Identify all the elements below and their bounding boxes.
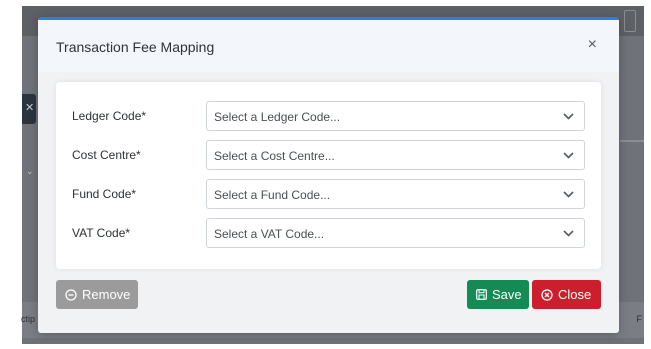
close-button-label: Close — [558, 287, 592, 302]
ledger-code-row: Ledger Code* Select a Ledger Code... — [56, 101, 601, 131]
cost-centre-row: Cost Centre* Select a Cost Centre... — [56, 140, 601, 170]
cost-centre-label: Cost Centre* — [72, 148, 141, 162]
background-topbar-box — [624, 10, 636, 32]
fund-code-label: Fund Code* — [72, 187, 137, 201]
fund-code-select[interactable]: Select a Fund Code... — [206, 179, 585, 209]
minus-circle-icon — [65, 288, 77, 301]
x-circle-icon — [541, 288, 553, 301]
close-button[interactable]: Close — [532, 280, 601, 309]
background-left-button: ✕ — [22, 94, 36, 124]
close-icon[interactable]: × — [588, 36, 597, 54]
form-card: Ledger Code* Select a Ledger Code... Cos… — [56, 82, 601, 269]
ledger-code-label: Ledger Code* — [72, 109, 147, 123]
vat-code-select[interactable]: Select a VAT Code... — [206, 218, 585, 248]
floppy-disk-icon — [476, 289, 487, 300]
chevron-down-icon — [563, 152, 574, 159]
remove-button-label: Remove — [82, 287, 131, 302]
background-divider — [620, 140, 644, 142]
fund-code-row: Fund Code* Select a Fund Code... — [56, 179, 601, 209]
remove-button[interactable]: Remove — [56, 280, 138, 309]
ledger-code-select[interactable]: Select a Ledger Code... — [206, 101, 585, 131]
background-text-left: ctip — [21, 314, 36, 324]
chevron-down-icon — [563, 230, 574, 237]
vat-code-row: VAT Code* Select a VAT Code... — [56, 218, 601, 248]
background-close-icon: ✕ — [25, 102, 35, 114]
save-button[interactable]: Save — [467, 280, 529, 309]
cost-centre-placeholder: Select a Cost Centre... — [214, 149, 335, 163]
background-chevron-down-icon: ⌄ — [26, 166, 34, 176]
modal-title: Transaction Fee Mapping — [56, 39, 215, 55]
background-text-right: F — [636, 314, 643, 324]
modal-header: Transaction Fee Mapping × — [38, 20, 619, 72]
chevron-down-icon — [563, 191, 574, 198]
chevron-down-icon — [563, 113, 574, 120]
transaction-fee-mapping-modal: Transaction Fee Mapping × Ledger Code* S… — [38, 17, 619, 333]
fund-code-placeholder: Select a Fund Code... — [214, 188, 331, 202]
save-button-label: Save — [492, 287, 522, 302]
cost-centre-select[interactable]: Select a Cost Centre... — [206, 140, 585, 170]
vat-code-label: VAT Code* — [72, 226, 131, 240]
vat-code-placeholder: Select a VAT Code... — [214, 227, 325, 241]
ledger-code-placeholder: Select a Ledger Code... — [214, 110, 341, 124]
